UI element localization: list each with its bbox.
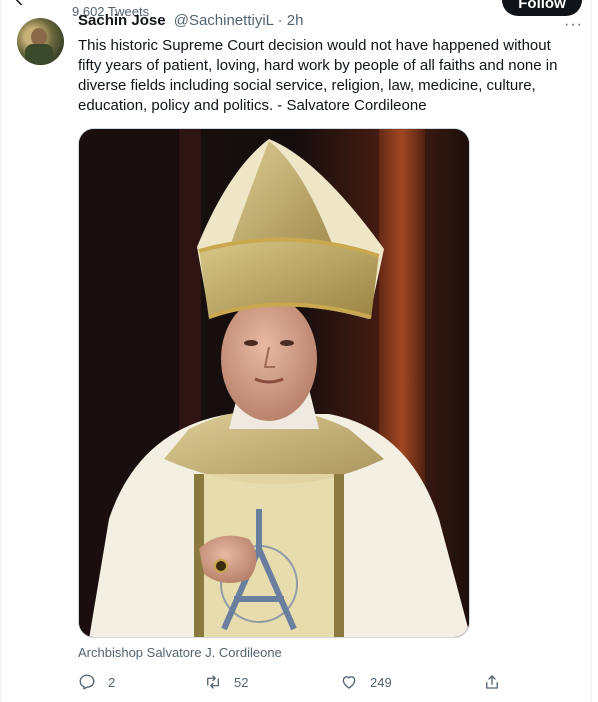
more-horizontal-icon[interactable]: ··· xyxy=(564,16,583,34)
avatar[interactable] xyxy=(17,18,64,65)
archbishop-photo-illustration xyxy=(79,129,469,637)
heart-icon xyxy=(342,676,356,689)
tweet-media-photo[interactable] xyxy=(78,128,470,638)
reply-button[interactable]: 2 xyxy=(78,670,115,694)
like-count: 249 xyxy=(370,674,392,690)
timeline-right-border xyxy=(591,0,592,702)
like-button[interactable]: 249 xyxy=(340,670,392,694)
share-icon xyxy=(486,675,498,689)
media-caption: Archbishop Salvatore J. Cordileone xyxy=(78,645,282,660)
reply-icon xyxy=(79,674,95,690)
reply-count: 2 xyxy=(108,674,116,690)
retweet-count: 52 xyxy=(234,674,249,690)
tweet-action-bar: 2 52 249 xyxy=(78,670,508,694)
share-button[interactable] xyxy=(483,670,513,694)
avatar-body xyxy=(25,44,53,65)
retweet-button[interactable]: 52 xyxy=(204,670,248,694)
timeline-left-border xyxy=(0,0,1,702)
follow-button[interactable]: Follow xyxy=(502,0,582,16)
tweet-text: This historic Supreme Court decision wou… xyxy=(78,37,558,114)
retweet-icon xyxy=(207,675,219,689)
author-handle[interactable]: @SachinettiyiL · 2h xyxy=(174,12,304,28)
tweet-header: Sachin Jose @SachinettiyiL · 2h xyxy=(78,12,303,28)
arrow-left-icon[interactable] xyxy=(12,0,30,8)
author-name[interactable]: Sachin Jose xyxy=(78,12,166,28)
